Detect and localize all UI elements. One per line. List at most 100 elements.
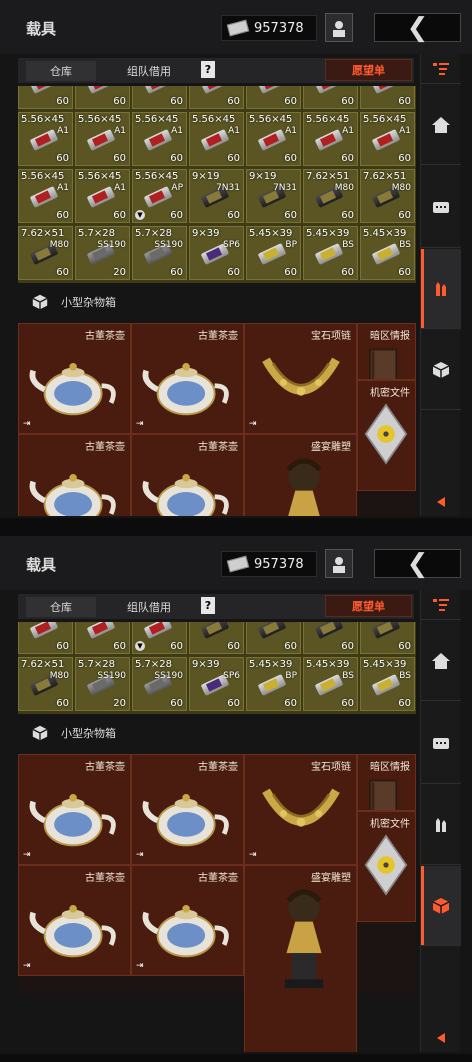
crate-item-slot[interactable]: 古董茶壶⇥ [18,754,131,865]
ammo-item-slot[interactable]: A1 60 [18,622,73,654]
back-button[interactable]: ❮ [374,13,461,42]
ammo-item-slot[interactable]: 60 [18,86,73,109]
sidebar-item-storage[interactable] [421,166,461,248]
sidebar-menu[interactable] [421,54,461,84]
crate-item-slot[interactable]: 暗区情报 [357,754,416,811]
footer-strip [0,1054,472,1062]
ammo-quantity: 60 [56,210,69,221]
ammo-caliber: 7.62×51 [21,659,65,670]
ammo-item-slot[interactable]: 7.62×51 M80 60 [18,226,73,280]
crate-item-slot[interactable]: 古董茶壶⇥ [131,323,244,434]
inspect-icon: ⇥ [249,1050,257,1052]
ammo-item-slot[interactable]: 9×19 7N31 60 [189,169,244,223]
tab-team-borrow[interactable]: 组队借用 [106,597,192,617]
crate-item-slot[interactable]: 古董茶壶⇥ [18,323,131,434]
profile-button[interactable] [325,13,353,42]
ammo-item-slot[interactable]: 5.45×39 BS 60 [303,657,358,711]
ammo-type: M80 [391,183,411,193]
crate-item-slot[interactable]: 机密文件 [357,811,416,922]
crate-item-slot[interactable]: 古董茶壶⇥ [131,754,244,865]
ammo-item-slot[interactable]: 5.56×45 A1 60 [360,112,415,166]
ammo-quantity: 60 [170,641,183,652]
ammo-item-slot[interactable]: 60 [75,86,130,109]
ammo-item-slot[interactable]: 5.7×28 SS190 60 [132,226,187,280]
ammo-item-slot[interactable]: 60 [132,86,187,109]
collapse-button[interactable] [421,1024,461,1052]
collapse-button[interactable] [421,488,461,516]
ammo-item-slot[interactable]: 7.62×51 M80 60 [360,169,415,223]
crate-item-slot[interactable]: 古董茶壶⇥ [131,434,244,516]
ammo-item-slot[interactable]: 5.45×39 BP 60 [246,657,301,711]
ammo-item-slot[interactable]: 5.45×39 BS 60 [360,226,415,280]
ammo-type: AP [171,183,183,193]
ammo-item-slot[interactable]: AP 60 ▼ [132,622,187,654]
ammo-item-slot[interactable]: 9×19 7N31 60 [246,169,301,223]
ammo-item-slot[interactable]: 9×39 SP6 60 [189,657,244,711]
sidebar-item-misc[interactable] [421,330,461,410]
ammo-type: BP [285,240,297,250]
ammo-item-slot[interactable]: 5.56×45 A1 60 [75,112,130,166]
ammo-item-slot[interactable]: 5.56×45 A1 60 [18,112,73,166]
back-button[interactable]: ❮ [374,549,461,578]
ammo-item-slot[interactable]: 5.45×39 BS 60 [303,226,358,280]
sidebar-item-ammo[interactable] [421,249,461,329]
ammo-item-slot[interactable]: 7N31 60 [189,622,244,654]
sidebar-menu[interactable] [421,590,461,620]
crate-item-slot[interactable]: 暗区情报 [357,323,416,380]
crate-item-slot[interactable]: 机密文件 [357,380,416,491]
crate-item-slot[interactable]: 古董茶壶⇥ [18,434,131,516]
ammo-type: BS [399,671,411,681]
ammo-item-slot[interactable]: 5.7×28 SS190 20 [75,226,130,280]
sidebar-item-misc[interactable] [421,866,461,946]
crate-item-slot[interactable]: 盛宴雕塑⇥ [244,434,357,516]
crate-item-slot[interactable]: 古董茶壶⇥ [131,865,244,976]
ammo-item-slot[interactable]: 9×39 SP6 60 [189,226,244,280]
crate-item-slot[interactable]: 宝石项链 ⇥ [244,754,357,865]
ammo-icon [145,188,173,204]
ammo-item-slot[interactable]: 5.56×45 A1 60 [189,112,244,166]
ammo-item-slot[interactable]: 5.45×39 BS 60 [360,657,415,711]
ammo-item-slot[interactable]: M80 60 [360,622,415,654]
ammo-item-slot[interactable]: 5.56×45 AP 60 ▼ [132,169,187,223]
tab-team-borrow[interactable]: 组队借用 [106,61,192,81]
tab-warehouse[interactable]: 仓库 [26,597,96,617]
help-button[interactable]: ? [201,597,215,614]
sidebar-item-ammo[interactable] [421,785,461,865]
sidebar-item-storage[interactable] [421,702,461,784]
ammo-icon [31,131,59,147]
ammo-item-slot[interactable]: A1 60 [75,622,130,654]
ammo-item-slot[interactable]: 7.62×51 M80 60 [303,169,358,223]
wishlist-button[interactable]: 愿望单 [325,59,412,81]
item-name: 机密文件 [370,819,410,830]
ammo-item-slot[interactable]: 5.7×28 SS190 20 [75,657,130,711]
crate-item-slot[interactable]: 古董茶壶⇥ [18,865,131,976]
ammo-item-slot[interactable]: 5.56×45 A1 60 [75,169,130,223]
ammo-item-slot[interactable]: 5.56×45 A1 60 [246,112,301,166]
ammo-caliber: 5.45×39 [363,228,407,239]
help-button[interactable]: ? [201,61,215,78]
crate-item-slot[interactable]: 盛宴雕塑⇥ [244,865,357,1052]
ammo-item-slot[interactable]: 60 [360,86,415,109]
tab-warehouse[interactable]: 仓库 [26,61,96,81]
ammo-item-slot[interactable]: 60 [246,86,301,109]
ammo-item-slot[interactable]: 5.56×45 A1 60 [18,169,73,223]
ammo-item-slot[interactable]: 7N31 60 [246,622,301,654]
ammo-item-slot[interactable]: 7.62×51 M80 60 [18,657,73,711]
ammo-item-slot[interactable]: 5.45×39 BP 60 [246,226,301,280]
sidebar-item-home[interactable] [421,85,461,165]
profile-button[interactable] [325,549,353,578]
ammo-item-slot[interactable]: 60 [303,86,358,109]
footer-strip [0,518,472,526]
crate-item-slot[interactable]: 宝石项链 ⇥ [244,323,357,434]
ammo-caliber: 7.62×51 [306,171,350,182]
ammo-item-slot[interactable]: 5.7×28 SS190 60 [132,657,187,711]
ammo-item-slot[interactable]: 60 [189,86,244,109]
ammo-item-slot[interactable]: 5.56×45 A1 60 [132,112,187,166]
inventory-panel: A160A160AP60▼7N31607N3160M8060M80607.62×… [18,622,416,1052]
ammo-item-slot[interactable]: 5.56×45 A1 60 [303,112,358,166]
soldier-icon [333,20,345,37]
money-display: 957378 [221,551,317,577]
sidebar-item-home[interactable] [421,621,461,701]
ammo-item-slot[interactable]: M80 60 [303,622,358,654]
wishlist-button[interactable]: 愿望单 [325,595,412,617]
